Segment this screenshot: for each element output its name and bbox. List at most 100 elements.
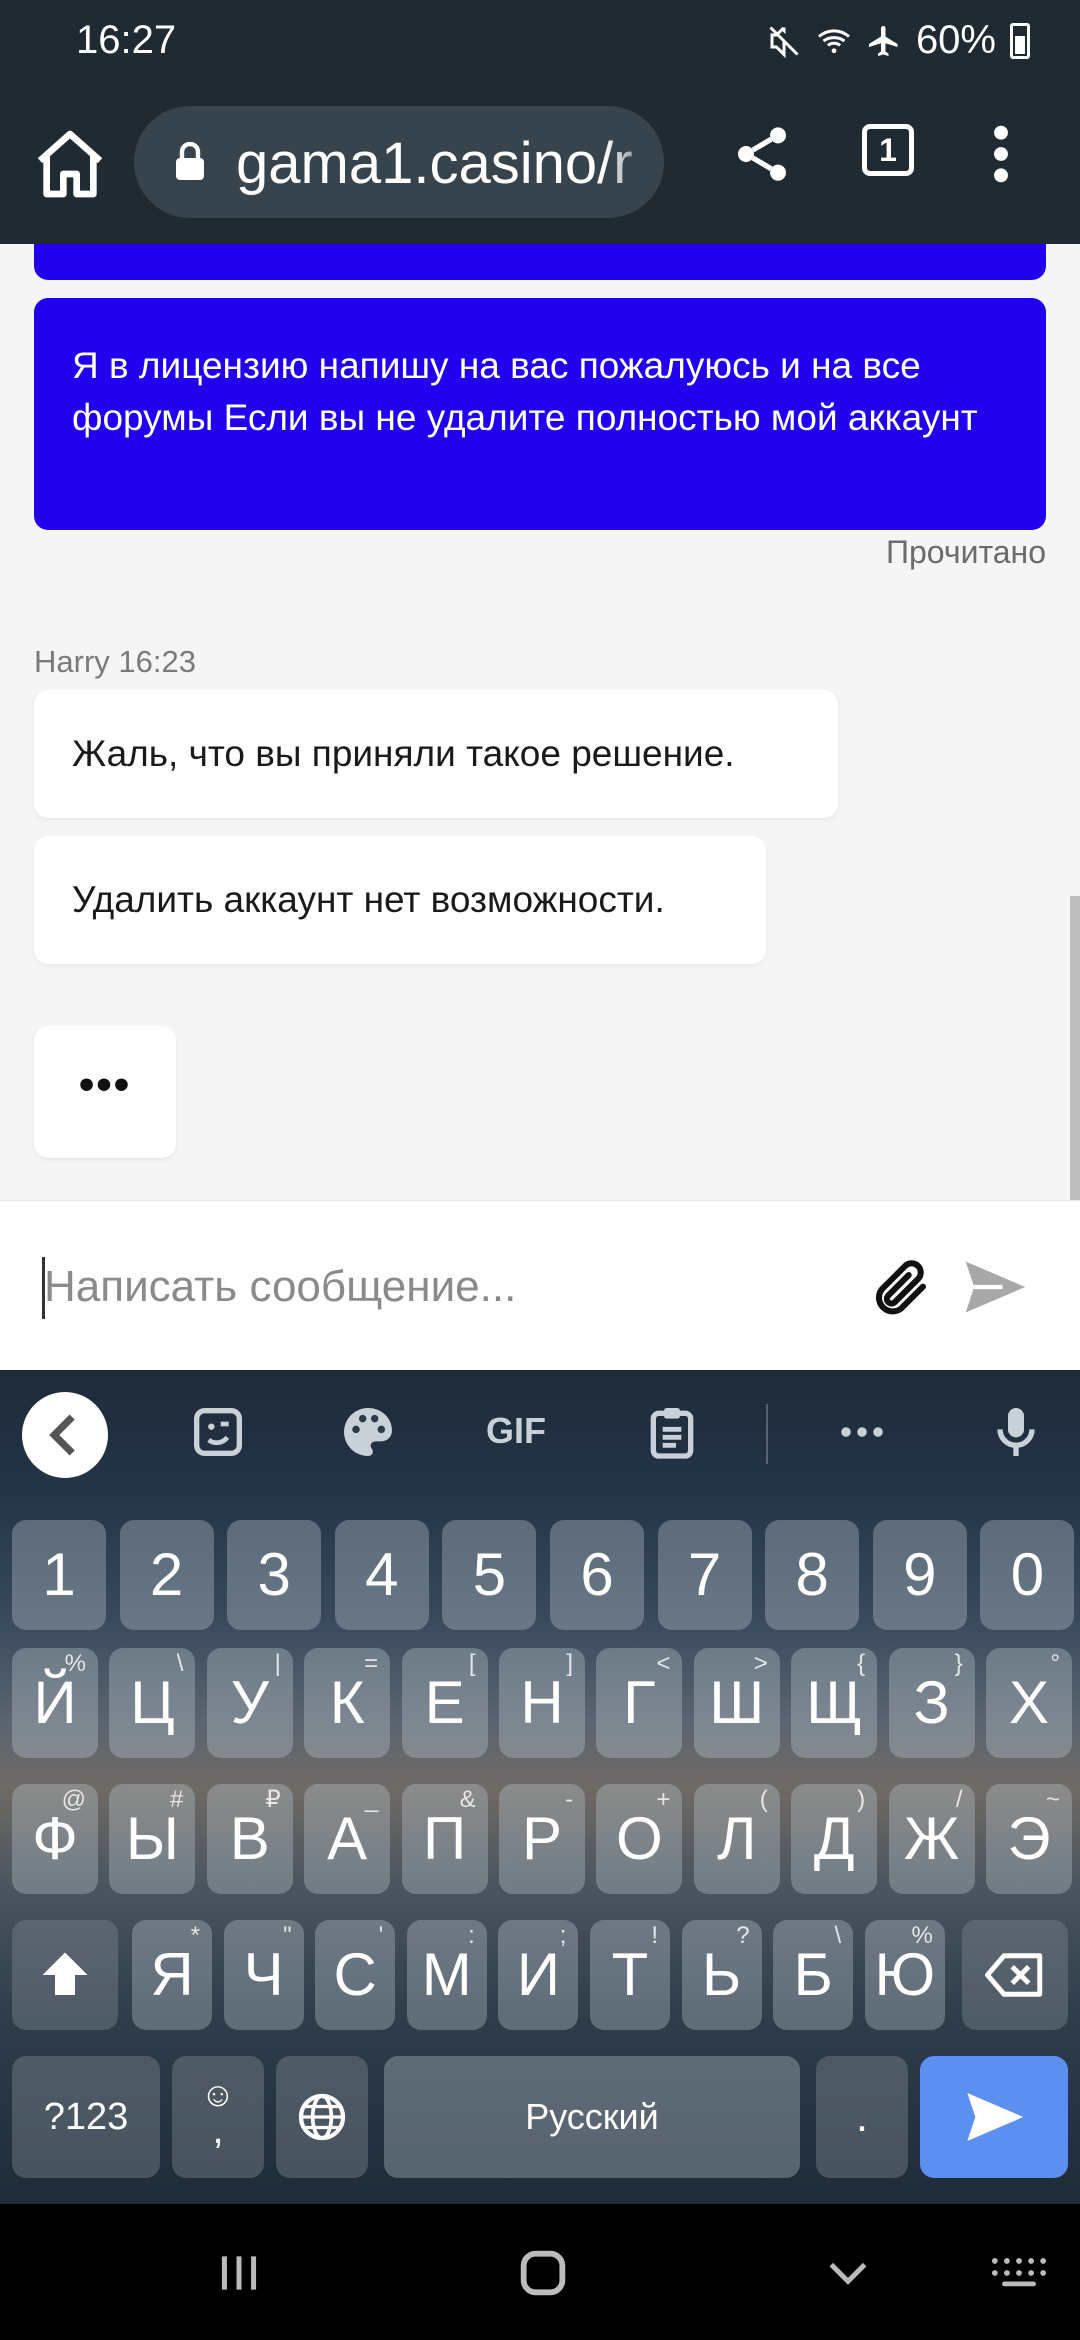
send-icon[interactable] <box>958 1253 1030 1321</box>
emoji-comma-key[interactable]: ☺ , <box>172 2056 264 2178</box>
key-alt-label: @ <box>61 1786 86 1813</box>
letter-key[interactable]: К = <box>304 1648 391 1758</box>
key-alt-label: _ <box>364 1786 379 1813</box>
number-key[interactable]: 0 <box>980 1520 1075 1630</box>
language-key[interactable] <box>276 2056 368 2178</box>
number-key[interactable]: 2 <box>119 1520 214 1630</box>
key-alt-label: | <box>274 1650 281 1677</box>
home-icon[interactable] <box>30 124 110 204</box>
key-alt-label: < <box>656 1650 671 1677</box>
key-label: С <box>333 1941 377 2008</box>
mute-icon <box>769 25 799 58</box>
letter-key[interactable]: Ж / <box>888 1784 975 1894</box>
letter-key[interactable]: О + <box>596 1784 683 1894</box>
period-key[interactable]: . <box>816 2056 908 2178</box>
space-key[interactable]: Русский <box>384 2056 800 2178</box>
home-nav-icon[interactable] <box>514 2244 572 2302</box>
letter-key[interactable]: С ' <box>315 1920 396 2030</box>
gif-button[interactable]: GIF <box>486 1410 546 1452</box>
letter-key[interactable]: Э ~ <box>986 1784 1072 1894</box>
letter-key[interactable]: Н] <box>499 1648 585 1758</box>
key-label: Щ <box>806 1669 863 1736</box>
letter-key[interactable]: Щ{ <box>791 1648 878 1758</box>
key-alt-label: # <box>170 1786 184 1813</box>
clipboard-icon[interactable] <box>640 1400 704 1464</box>
onscreen-keyboard: GIF 1 2 3 4 5 6 7 8 9 0 Й% Ц \ У | К = Е[Н] Г < Ш > Щ{З} Х ° Ф @ Ы #… <box>0 1370 1080 2204</box>
number-key[interactable]: 3 <box>227 1520 322 1630</box>
letter-key[interactable]: Ф @ <box>12 1784 98 1894</box>
number-key[interactable]: 6 <box>550 1520 644 1630</box>
back-nav-chevron-icon[interactable] <box>820 2248 876 2298</box>
sticker-icon[interactable] <box>186 1400 250 1464</box>
key-label: Н <box>520 1669 564 1736</box>
letter-key[interactable]: А _ <box>304 1784 391 1894</box>
letter-key[interactable]: Ы # <box>109 1784 196 1894</box>
key-label: К <box>329 1669 365 1736</box>
number-key[interactable]: 9 <box>872 1520 967 1630</box>
status-icons: 60% <box>766 18 1030 63</box>
key-alt-label: ] <box>566 1650 573 1677</box>
read-status: Прочитано <box>886 534 1046 570</box>
scrollbar[interactable] <box>1070 896 1080 1200</box>
microphone-icon[interactable] <box>984 1400 1048 1464</box>
letter-key[interactable]: Ш > <box>693 1648 780 1758</box>
letter-key[interactable]: Ч " <box>223 1920 304 2030</box>
letter-key[interactable]: И; <box>498 1920 579 2030</box>
url-text: gama1.casino/r <box>236 131 633 196</box>
letter-key[interactable]: Л( <box>693 1784 780 1894</box>
number-key[interactable]: 5 <box>442 1520 537 1630</box>
letter-key[interactable]: Я * <box>132 1920 212 2030</box>
share-icon[interactable] <box>730 122 794 186</box>
key-label: 8 <box>795 1541 829 1608</box>
key-label: И <box>516 1941 560 2008</box>
number-key[interactable]: 8 <box>765 1520 860 1630</box>
more-icon[interactable] <box>830 1400 894 1464</box>
symbols-key[interactable]: ?123 <box>12 2056 160 2178</box>
key-label: Ы <box>125 1805 179 1872</box>
backspace-key[interactable] <box>962 1920 1068 2030</box>
letter-key[interactable]: Д) <box>791 1784 878 1894</box>
letter-key[interactable]: Х ° <box>986 1648 1072 1758</box>
letter-key[interactable]: Б \ <box>773 1920 854 2030</box>
key-alt-label: \ <box>834 1922 842 1949</box>
key-label: Й <box>33 1669 77 1736</box>
number-key[interactable]: 4 <box>334 1520 429 1630</box>
letter-key[interactable]: Т! <box>590 1920 670 2030</box>
key-label: Р <box>521 1805 563 1872</box>
number-key[interactable]: 7 <box>657 1520 752 1630</box>
backspace-icon <box>985 1953 1043 1997</box>
enter-send-key[interactable] <box>920 2056 1068 2178</box>
more-options-icon[interactable] <box>986 122 1016 186</box>
keyboard-grid-icon[interactable] <box>990 2256 1048 2290</box>
attach-icon[interactable] <box>868 1255 934 1321</box>
letter-key[interactable]: Ь? <box>681 1920 762 2030</box>
status-time: 16:27 <box>76 18 177 62</box>
letter-key[interactable]: Й% <box>12 1648 98 1758</box>
letter-key[interactable]: З} <box>888 1648 975 1758</box>
palette-icon[interactable] <box>336 1400 400 1464</box>
tab-switcher-button[interactable]: 1 <box>862 124 914 176</box>
letter-key[interactable]: М: <box>406 1920 487 2030</box>
letter-key[interactable]: Р- <box>499 1784 585 1894</box>
wifi-icon <box>817 28 850 53</box>
key-label: Ф <box>32 1805 78 1872</box>
key-label: Ж <box>903 1805 960 1872</box>
letter-key[interactable]: Ц \ <box>109 1648 196 1758</box>
message-input[interactable] <box>44 1247 824 1327</box>
letter-key[interactable]: Е[ <box>401 1648 488 1758</box>
number-key[interactable]: 1 <box>12 1520 106 1630</box>
letter-key[interactable]: П & <box>401 1784 488 1894</box>
address-bar[interactable]: gama1.casino/r <box>134 106 664 218</box>
letter-key[interactable]: Г < <box>596 1648 683 1758</box>
letter-key[interactable]: У | <box>206 1648 293 1758</box>
key-label: Ц <box>130 1669 175 1736</box>
key-alt-label: * <box>190 1922 200 1949</box>
key-label: Д <box>813 1805 855 1872</box>
key-label: Г <box>623 1669 656 1736</box>
chat-messages[interactable]: Я в лицензию напишу на вас пожалуюсь и н… <box>0 244 1080 1200</box>
keyboard-collapse-button[interactable] <box>22 1392 108 1478</box>
recent-apps-icon[interactable] <box>214 2248 264 2298</box>
letter-key[interactable]: Ю% <box>864 1920 945 2030</box>
shift-key[interactable] <box>12 1920 118 2030</box>
letter-key[interactable]: В ₽ <box>206 1784 293 1894</box>
